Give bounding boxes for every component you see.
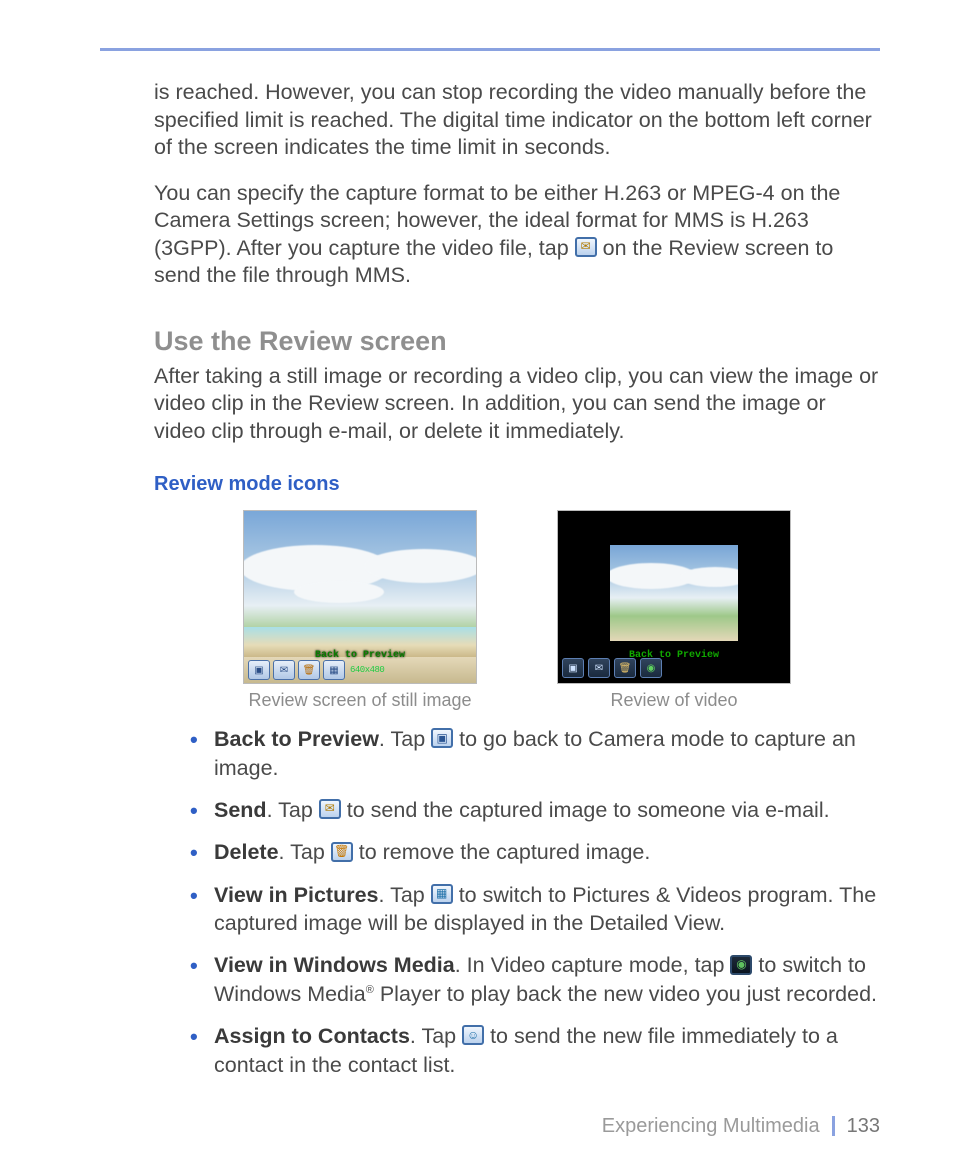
cloud-shape: [294, 581, 384, 603]
review-toolbar-video: Back to Preview ▣ ✉ 🗑 ◉: [558, 653, 790, 683]
page-footer: Experiencing Multimedia 133: [154, 1115, 880, 1138]
intro-paragraph-2: You can specify the capture format to be…: [154, 180, 880, 290]
item-pre: . Tap: [379, 883, 431, 907]
cloud-shape: [364, 549, 477, 583]
trash-icon: 🗑: [331, 842, 353, 862]
mms-send-icon: ✉: [575, 237, 597, 257]
view-icon[interactable]: ▦: [323, 660, 345, 680]
list-item-assign-contacts: Assign to Contacts. Tap ☺ to send the ne…: [190, 1022, 880, 1079]
delete-icon[interactable]: 🗑: [298, 660, 320, 680]
heading-review-icons: Review mode icons: [154, 473, 880, 496]
camera-icon: ▣: [431, 728, 453, 748]
video-inner-frame: [610, 545, 738, 641]
registered-mark: ®: [366, 984, 374, 996]
item-title: Send: [214, 798, 267, 822]
send-icon[interactable]: ✉: [273, 660, 295, 680]
top-rule: [100, 48, 880, 51]
list-item-view-pictures: View in Pictures. Tap ▦ to switch to Pic…: [190, 881, 880, 938]
item-title: Back to Preview: [214, 727, 379, 751]
item-pre: . In Video capture mode, tap: [455, 953, 731, 977]
item-pre: . Tap: [410, 1024, 462, 1048]
camera-icon[interactable]: ▣: [562, 658, 584, 678]
footer-divider: [832, 1116, 835, 1136]
item-title: View in Pictures: [214, 883, 379, 907]
still-image-thumbnail: Back to Preview ▣ ✉ 🗑 ▦ 640x480: [243, 510, 477, 684]
list-item-windows-media: View in Windows Media. In Video capture …: [190, 951, 880, 1008]
back-to-preview-label: Back to Preview: [315, 650, 405, 661]
item-pre: . Tap: [379, 727, 431, 751]
figure-still: Back to Preview ▣ ✉ 🗑 ▦ 640x480 Review s…: [243, 510, 477, 711]
footer-section: Experiencing Multimedia: [602, 1115, 820, 1138]
list-item-back: Back to Preview. Tap ▣ to go back to Cam…: [190, 725, 880, 782]
review-icons-list: Back to Preview. Tap ▣ to go back to Cam…: [154, 725, 880, 1079]
assign-contact-icon: ☺: [462, 1025, 484, 1045]
camera-icon[interactable]: ▣: [248, 660, 270, 680]
still-caption: Review screen of still image: [243, 690, 477, 711]
page: is reached. However, you can stop record…: [0, 0, 954, 1168]
item-pre: . Tap: [267, 798, 319, 822]
intro-paragraph-1: is reached. However, you can stop record…: [154, 79, 880, 162]
pictures-icon: ▦: [431, 884, 453, 904]
item-title: View in Windows Media: [214, 953, 455, 977]
resolution-label: 640x480: [350, 665, 384, 675]
video-thumbnail: Back to Preview ▣ ✉ 🗑 ◉: [557, 510, 791, 684]
windows-media-icon: ◉: [730, 955, 752, 975]
heading-use-review: Use the Review screen: [154, 326, 880, 357]
delete-icon[interactable]: 🗑: [614, 658, 636, 678]
review-toolbar-still: Back to Preview ▣ ✉ 🗑 ▦ 640x480: [244, 657, 476, 683]
list-item-send: Send. Tap ✉ to send the captured image t…: [190, 796, 880, 824]
item-title: Delete: [214, 840, 279, 864]
footer-page-number: 133: [847, 1115, 880, 1138]
item-post: to remove the captured image.: [353, 840, 651, 864]
item-post-b: Player to play back the new video you ju…: [374, 982, 877, 1006]
figure-video: Back to Preview ▣ ✉ 🗑 ◉ Review of video: [557, 510, 791, 711]
item-post: to send the captured image to someone vi…: [341, 798, 830, 822]
review-intro: After taking a still image or recording …: [154, 363, 880, 446]
figures-row: Back to Preview ▣ ✉ 🗑 ▦ 640x480 Review s…: [154, 510, 880, 711]
send-icon[interactable]: ✉: [588, 658, 610, 678]
page-content: is reached. However, you can stop record…: [100, 79, 880, 1138]
item-pre: . Tap: [279, 840, 331, 864]
list-item-delete: Delete. Tap 🗑 to remove the captured ima…: [190, 838, 880, 866]
play-icon[interactable]: ◉: [640, 658, 662, 678]
mail-icon: ✉: [319, 799, 341, 819]
cloud-shape: [680, 567, 738, 587]
video-caption: Review of video: [557, 690, 791, 711]
back-to-preview-label: Back to Preview: [629, 650, 719, 661]
item-title: Assign to Contacts: [214, 1024, 410, 1048]
